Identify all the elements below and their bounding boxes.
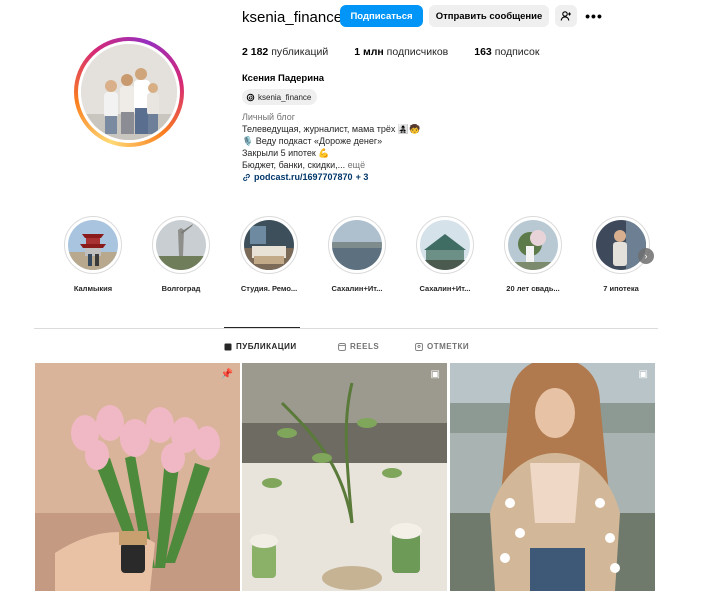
bio-more-link[interactable]: ещё (348, 160, 365, 170)
followers-count[interactable]: 1 млн подписчиков (354, 46, 448, 58)
easter-table-photo (242, 363, 447, 591)
tab-tagged[interactable]: ОТМЕТКИ (415, 342, 469, 351)
follow-button[interactable]: Подписаться (340, 5, 423, 27)
wedding-thumbnail (508, 220, 558, 270)
building-thumbnail (420, 220, 470, 270)
tabs-divider (34, 328, 658, 329)
bio-line-truncated: Бюджет, банки, скидки,... ещё (242, 159, 420, 171)
highlight-ring (504, 216, 562, 274)
post-thumbnail[interactable]: 📌 (35, 363, 240, 591)
highlight-item[interactable]: Студия. Ремо... (238, 216, 300, 293)
carousel-icon: ▣ (430, 369, 440, 380)
tab-posts[interactable]: ПУБЛИКАЦИИ (224, 342, 297, 351)
threads-handle: ksenia_finance (258, 92, 312, 102)
followers-count-label: подписчиков (386, 46, 449, 58)
highlight-item[interactable]: Калмыкия (62, 216, 124, 293)
profile-avatar-ring[interactable] (74, 37, 184, 147)
threads-icon (246, 93, 255, 101)
highlight-label: Студия. Ремо... (240, 284, 298, 293)
reels-icon (338, 342, 346, 351)
carousel-icon: ▣ (638, 369, 648, 380)
highlight-label: Калмыкия (73, 284, 113, 293)
bio-link-text: podcast.ru/1697707870 (254, 172, 353, 182)
tab-reels[interactable]: REELS (338, 342, 379, 351)
suggested-accounts-button[interactable] (555, 5, 577, 27)
highlight-cover (156, 220, 206, 270)
highlight-ring (592, 216, 650, 274)
profile-avatar[interactable] (81, 44, 177, 140)
bedroom-thumbnail (244, 220, 294, 270)
highlight-item[interactable]: Сахалин+Ит... (414, 216, 476, 293)
following-count-value: 163 (474, 46, 492, 58)
bio-link-extra: + 3 (355, 172, 369, 182)
highlight-ring (64, 216, 122, 274)
profile-username: ksenia_finance (242, 9, 343, 26)
highlight-item[interactable]: Сахалин+Ит... (326, 216, 388, 293)
highlight-cover (420, 220, 470, 270)
send-message-button[interactable]: Отправить сообщение (429, 5, 549, 27)
highlight-ring (152, 216, 210, 274)
tulips-photo (35, 363, 240, 591)
tab-posts-label: ПУБЛИКАЦИИ (236, 342, 297, 351)
more-options-button[interactable]: ••• (583, 5, 605, 27)
highlight-label: 7 ипотека (603, 284, 639, 293)
highlight-label: Сахалин+Ит... (331, 284, 383, 293)
chevron-right-icon: › (644, 251, 648, 261)
profile-stats: 2 182 публикаций 1 млн подписчиков 163 п… (242, 46, 565, 58)
highlight-item[interactable]: Волгоград (150, 216, 212, 293)
highlight-cover (596, 220, 646, 270)
highlight-cover (68, 220, 118, 270)
bio-category: Личный блог (242, 112, 295, 122)
profile-bio: Личный блог Телеведущая, журналист, мама… (242, 111, 420, 183)
posts-count: 2 182 публикаций (242, 46, 328, 58)
highlight-ring (328, 216, 386, 274)
profile-full-name: Ксения Падерина (242, 73, 325, 84)
posts-count-label: публикаций (271, 46, 329, 58)
bio-line: Телеведущая, журналист, мама трёх 👩‍👧‍👦🧒 (242, 124, 421, 134)
bio-external-link[interactable]: podcast.ru/1697707870 + 3 (242, 171, 420, 183)
posts-count-value: 2 182 (242, 46, 269, 58)
grid-icon (224, 343, 232, 350)
pagoda-thumbnail (68, 220, 118, 270)
highlight-label: Волгоград (161, 284, 201, 293)
highlight-cover (332, 220, 382, 270)
avatar-frame (78, 41, 180, 143)
post-thumbnail[interactable]: ▣ (450, 363, 655, 591)
highlight-label: Сахалин+Ит... (419, 284, 471, 293)
tagged-icon (415, 342, 423, 351)
tab-reels-label: REELS (350, 342, 380, 351)
tab-tagged-label: ОТМЕТКИ (427, 342, 470, 351)
highlight-label: 20 лет свадь... (506, 284, 560, 293)
highlight-item[interactable]: 20 лет свадь... (502, 216, 564, 293)
following-count-label: подписок (494, 46, 540, 58)
person-add-icon (560, 11, 571, 21)
link-icon (243, 173, 250, 181)
pin-icon: 📌 (220, 369, 233, 380)
post-thumbnail[interactable]: ▣ (242, 363, 447, 591)
highlights-next-button[interactable]: › (638, 248, 654, 264)
following-count[interactable]: 163 подписок (474, 46, 539, 58)
more-horizontal-icon: ••• (585, 8, 603, 24)
family-photo-illustration (81, 44, 177, 140)
highlight-cover (244, 220, 294, 270)
bio-line: Закрыли 5 ипотек 💪 (242, 148, 330, 158)
threads-badge[interactable]: ksenia_finance (242, 89, 318, 105)
highlight-cover (508, 220, 558, 270)
highlight-ring (416, 216, 474, 274)
highlight-ring (240, 216, 298, 274)
portrait-photo (450, 363, 655, 591)
sea-thumbnail (332, 220, 382, 270)
bio-line: Бюджет, банки, скидки,... (242, 160, 346, 170)
bio-line: 🎙️ Веду подкаст «Дороже денег» (242, 136, 383, 146)
monument-thumbnail (156, 220, 206, 270)
active-tab-indicator (224, 327, 300, 328)
followers-count-value: 1 млн (354, 46, 384, 58)
person-thumbnail (596, 220, 646, 270)
